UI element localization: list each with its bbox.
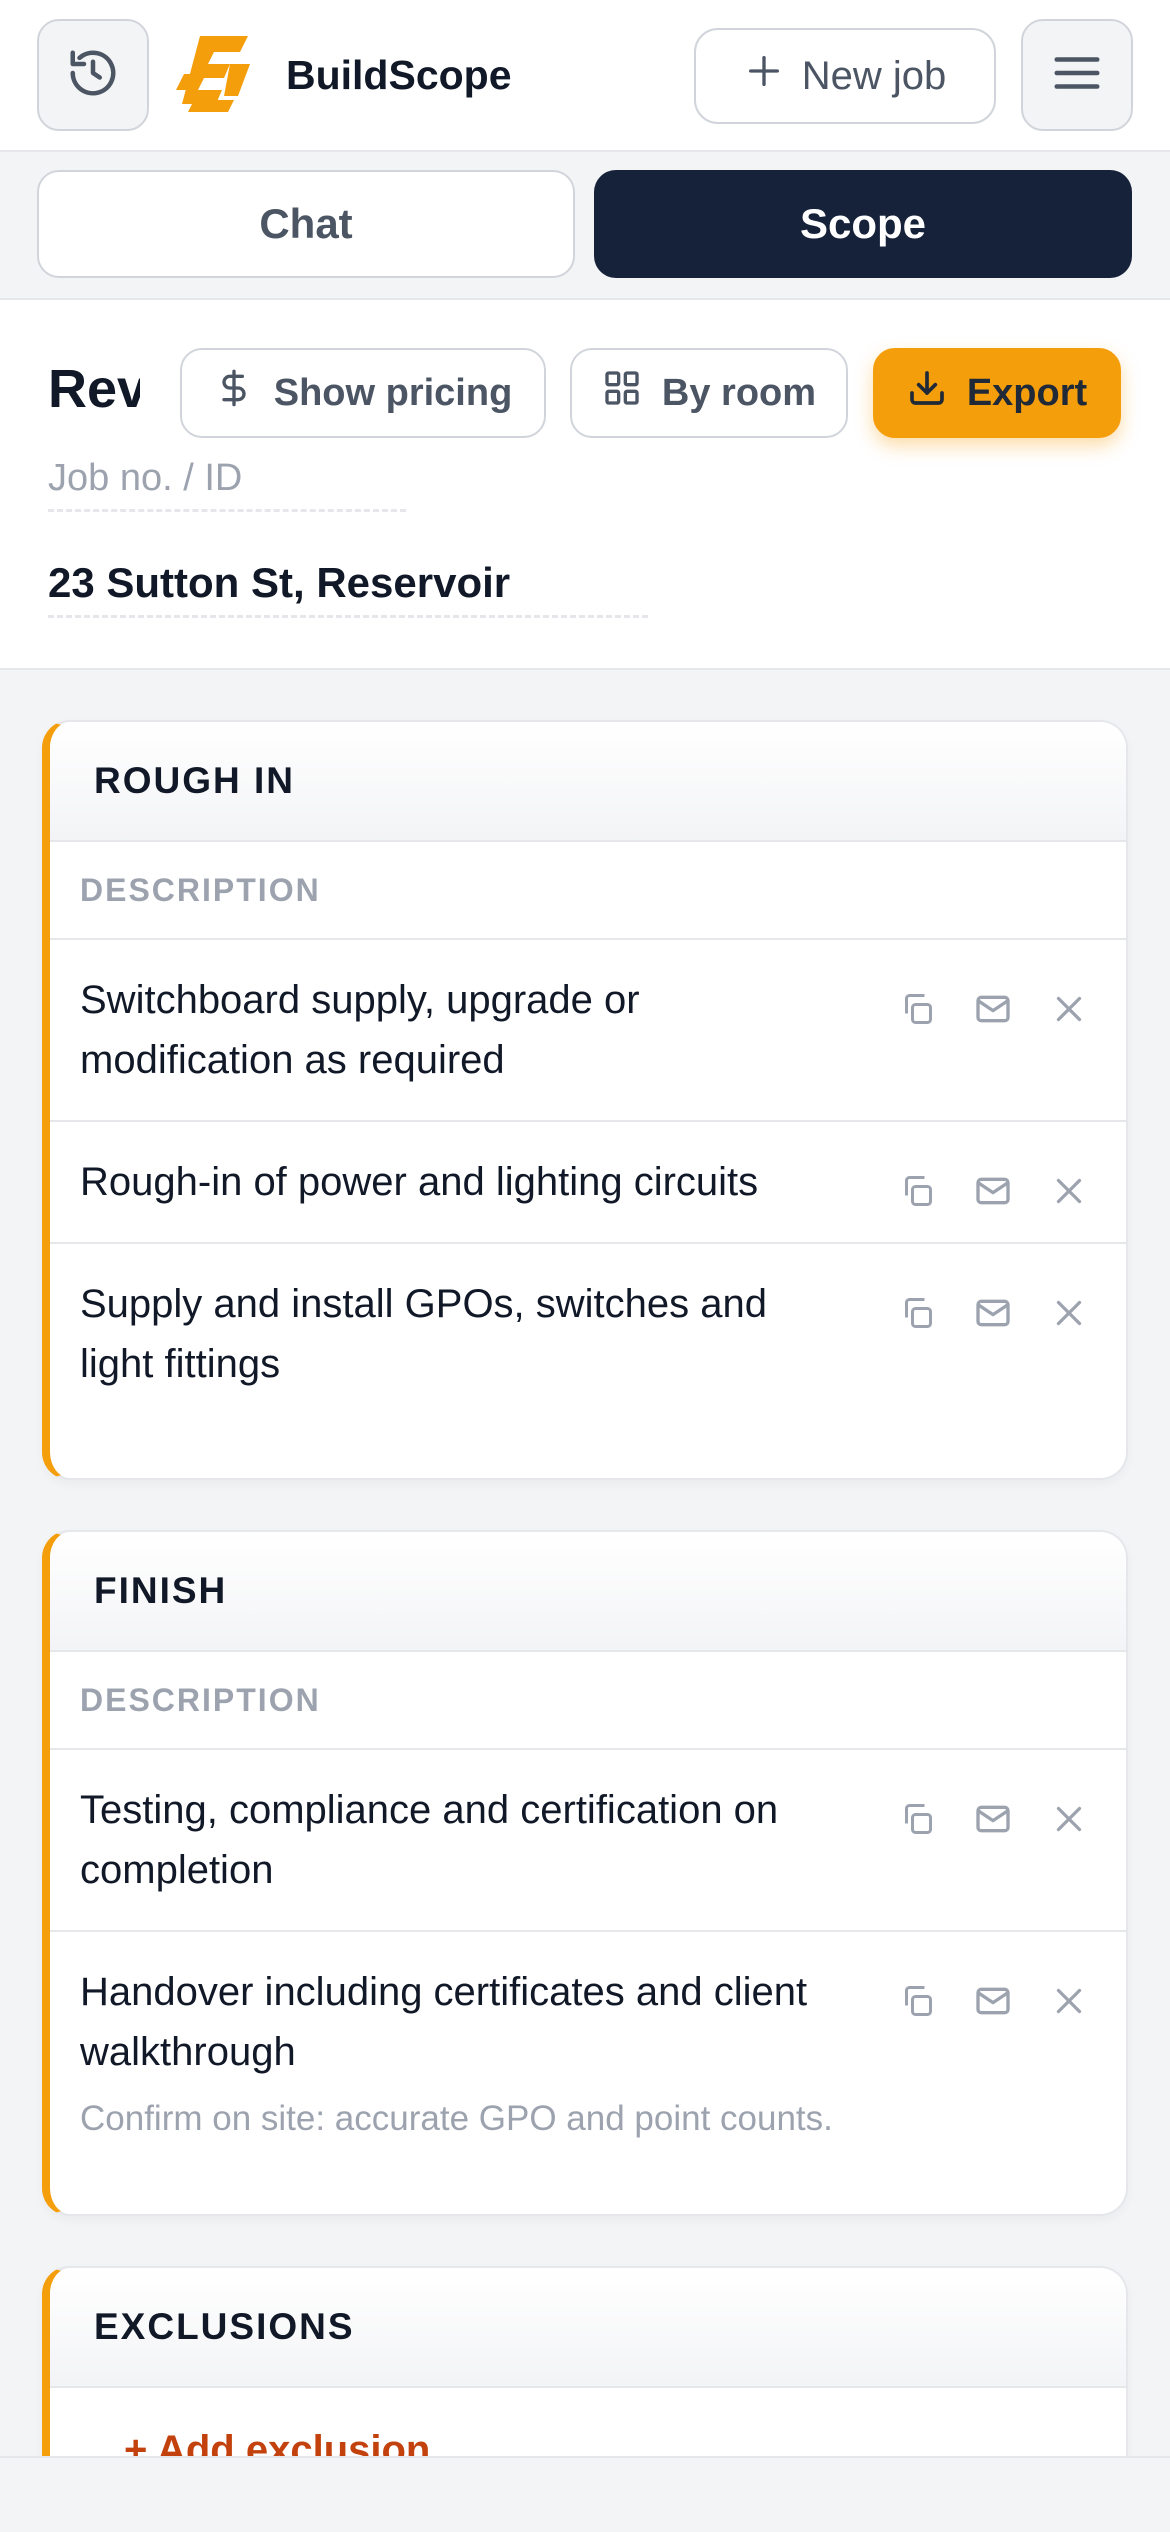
section-title: FINISH <box>50 1532 1126 1652</box>
history-button[interactable] <box>37 19 149 131</box>
item-description[interactable]: Handover including certificates and clie… <box>80 1962 840 2082</box>
history-icon <box>66 46 120 105</box>
row-actions <box>896 1292 1090 1334</box>
duplicate-icon[interactable] <box>896 988 938 1030</box>
tab-scope[interactable]: Scope <box>594 170 1132 278</box>
mail-icon[interactable] <box>972 1292 1014 1334</box>
item-description[interactable]: Testing, compliance and certification on… <box>80 1780 840 1900</box>
job-address-field[interactable]: 23 Sutton St, Reservoir <box>48 552 648 618</box>
view-tabs: Chat Scope <box>0 152 1170 300</box>
duplicate-icon[interactable] <box>896 1170 938 1212</box>
close-icon[interactable] <box>1048 1980 1090 2022</box>
mail-icon[interactable] <box>972 1798 1014 1840</box>
new-job-button[interactable]: New job <box>694 28 996 124</box>
download-icon <box>907 368 947 418</box>
menu-button[interactable] <box>1021 19 1133 131</box>
row-actions <box>896 1798 1090 1840</box>
row-actions <box>896 1980 1090 2022</box>
mail-icon[interactable] <box>972 988 1014 1030</box>
row-actions <box>896 1170 1090 1212</box>
close-icon[interactable] <box>1048 1292 1090 1334</box>
item-description[interactable]: Rough-in of power and lighting circuits <box>80 1152 840 1212</box>
list-item: Rough-in of power and lighting circuits <box>50 1122 1126 1244</box>
section-title: ROUGH IN <box>50 722 1126 842</box>
section-title: EXCLUSIONS <box>50 2268 1126 2388</box>
tab-chat[interactable]: Chat <box>37 170 575 278</box>
show-pricing-label: Show pricing <box>273 371 513 414</box>
column-header-description: DESCRIPTION <box>50 1652 1126 1750</box>
job-title[interactable]: Rev <box>48 354 140 424</box>
list-item: Supply and install GPOs, switches and li… <box>50 1244 1126 1424</box>
job-header: Rev Show pricing By room Export Job no. … <box>0 300 1170 670</box>
brand-name: BuildScope <box>286 52 512 98</box>
duplicate-icon[interactable] <box>896 1980 938 2022</box>
grid-icon <box>602 368 642 418</box>
show-pricing-button[interactable]: Show pricing <box>180 348 546 438</box>
bottom-bar <box>0 2456 1170 2532</box>
list-item: Handover including certificates and clie… <box>50 1932 1126 2172</box>
export-button[interactable]: Export <box>873 348 1121 438</box>
buildscope-logo <box>174 34 252 114</box>
item-description[interactable]: Supply and install GPOs, switches and li… <box>80 1274 840 1394</box>
mail-icon[interactable] <box>972 1170 1014 1212</box>
close-icon[interactable] <box>1048 1798 1090 1840</box>
by-room-button[interactable]: By room <box>570 348 848 438</box>
hamburger-menu-icon <box>1050 46 1104 105</box>
item-description[interactable]: Switchboard supply, upgrade or modificat… <box>80 970 840 1090</box>
list-item: Switchboard supply, upgrade or modificat… <box>50 940 1126 1122</box>
dollar-icon <box>214 368 254 418</box>
item-note: Confirm on site: accurate GPO and point … <box>80 2099 833 2138</box>
duplicate-icon[interactable] <box>896 1798 938 1840</box>
column-header-description: DESCRIPTION <box>50 842 1126 940</box>
top-bar: BuildScope New job <box>0 0 1170 152</box>
list-item: Testing, compliance and certification on… <box>50 1750 1126 1932</box>
new-job-label: New job <box>801 53 947 98</box>
job-id-field[interactable]: Job no. / ID <box>48 450 406 512</box>
close-icon[interactable] <box>1048 988 1090 1030</box>
section-finish: FINISH DESCRIPTION Testing, compliance a… <box>42 1530 1128 2216</box>
export-label: Export <box>966 371 1088 414</box>
section-rough-in: ROUGH IN DESCRIPTION Switchboard supply,… <box>42 720 1128 1480</box>
close-icon[interactable] <box>1048 1170 1090 1212</box>
row-actions <box>896 988 1090 1030</box>
mail-icon[interactable] <box>972 1980 1014 2022</box>
duplicate-icon[interactable] <box>896 1292 938 1334</box>
plus-icon <box>744 51 784 101</box>
by-room-label: By room <box>661 371 817 414</box>
